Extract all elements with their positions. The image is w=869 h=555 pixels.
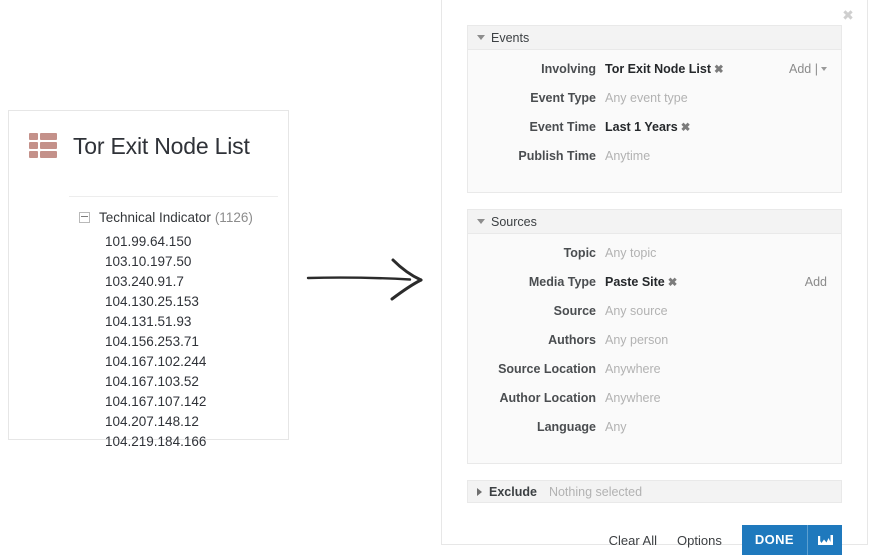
section-body-events: Involving Tor Exit Node List✖ Add | Even…: [468, 50, 841, 192]
panel-footer: Clear All Options DONE: [467, 525, 842, 555]
grid-cell: [29, 133, 38, 140]
add-involving-button[interactable]: Add |: [789, 62, 827, 76]
filter-value[interactable]: Any source: [605, 304, 841, 318]
grid-cell: [40, 133, 57, 140]
list-item[interactable]: 103.240.91.7: [105, 272, 288, 292]
filter-row-publish-time: Publish Time Anytime: [468, 149, 841, 178]
options-button[interactable]: Options: [677, 533, 722, 548]
filter-row-source: Source Any source: [468, 304, 841, 333]
sparkline-chart-icon[interactable]: [807, 525, 842, 555]
chevron-right-icon[interactable]: [477, 488, 482, 496]
filter-label: Source Location: [468, 362, 596, 376]
filter-label: Media Type: [468, 275, 596, 289]
divider: [69, 196, 278, 197]
filter-label: Event Time: [468, 120, 596, 134]
filter-value-text: Last 1 Years: [605, 120, 678, 134]
filter-row-language: Language Any: [468, 420, 841, 449]
list-item[interactable]: 104.167.102.244: [105, 352, 288, 372]
filter-value[interactable]: Anywhere: [605, 391, 841, 405]
filter-row-event-type: Event Type Any event type: [468, 91, 841, 120]
add-label: Add: [789, 62, 811, 76]
filter-panel: ✖ Events Involving Tor Exit Node List✖ A…: [441, 0, 868, 545]
filter-value[interactable]: Anytime: [605, 149, 841, 163]
close-icon[interactable]: ✖: [841, 8, 855, 22]
filter-value[interactable]: Any person: [605, 333, 841, 347]
filter-label: Publish Time: [468, 149, 596, 163]
filter-value[interactable]: Tor Exit Node List✖: [605, 62, 789, 76]
filter-row-authors: Authors Any person: [468, 333, 841, 362]
minus-expander-icon[interactable]: [79, 212, 90, 223]
filter-row-involving: Involving Tor Exit Node List✖ Add |: [468, 62, 841, 91]
separator: |: [815, 62, 818, 76]
filter-label: Involving: [468, 62, 596, 76]
filter-row-author-location: Author Location Anywhere: [468, 391, 841, 420]
filter-row-media-type: Media Type Paste Site✖ Add: [468, 275, 841, 304]
section-events: Events Involving Tor Exit Node List✖ Add…: [467, 25, 842, 193]
list-item[interactable]: 104.156.253.71: [105, 332, 288, 352]
grid-cell: [40, 151, 57, 158]
right-arrow-annotation: [305, 252, 435, 304]
ip-address-list: 101.99.64.150 103.10.197.50 103.240.91.7…: [9, 232, 288, 452]
list-item[interactable]: 104.130.25.153: [105, 292, 288, 312]
grid-cell: [40, 142, 57, 149]
filter-label: Event Type: [468, 91, 596, 105]
section-header-exclude[interactable]: Exclude Nothing selected: [467, 480, 842, 503]
section-title: Events: [491, 31, 529, 45]
list-item[interactable]: 104.207.148.12: [105, 412, 288, 432]
section-title: Sources: [491, 215, 537, 229]
filter-label: Source: [468, 304, 596, 318]
list-item[interactable]: 103.10.197.50: [105, 252, 288, 272]
filter-row-topic: Topic Any topic: [468, 246, 841, 275]
section-body-sources: Topic Any topic Media Type Paste Site✖ A…: [468, 234, 841, 463]
list-item[interactable]: 104.167.107.142: [105, 392, 288, 412]
chevron-down-icon[interactable]: [477, 219, 485, 224]
filter-row-event-time: Event Time Last 1 Years✖: [468, 120, 841, 149]
chevron-down-icon[interactable]: [821, 67, 827, 71]
page-title: Tor Exit Node List: [73, 133, 250, 160]
grid-cell: [29, 142, 38, 149]
section-header-sources[interactable]: Sources: [468, 210, 841, 234]
filter-value[interactable]: Any topic: [605, 246, 841, 260]
remove-chip-icon[interactable]: ✖: [714, 64, 724, 76]
filter-label: Authors: [468, 333, 596, 347]
filter-label: Topic: [468, 246, 596, 260]
group-label: Technical Indicator: [99, 210, 211, 225]
list-item[interactable]: 104.219.184.166: [105, 432, 288, 452]
chevron-down-icon[interactable]: [477, 35, 485, 40]
filter-value-text: Paste Site: [605, 275, 665, 289]
filter-value[interactable]: Any event type: [605, 91, 841, 105]
filter-label: Author Location: [468, 391, 596, 405]
group-header[interactable]: Technical Indicator (1126): [9, 206, 288, 228]
technical-indicator-group: Technical Indicator (1126) 101.99.64.150…: [9, 206, 288, 452]
remove-chip-icon[interactable]: ✖: [681, 122, 691, 134]
filter-value[interactable]: Paste Site✖: [605, 275, 805, 289]
clear-all-button[interactable]: Clear All: [609, 533, 657, 548]
filter-value[interactable]: Anywhere: [605, 362, 841, 376]
filter-value[interactable]: Any: [605, 420, 841, 434]
filter-row-source-location: Source Location Anywhere: [468, 362, 841, 391]
filter-value-text: Tor Exit Node List: [605, 62, 711, 76]
exclude-value: Nothing selected: [549, 485, 642, 499]
filter-value[interactable]: Last 1 Years✖: [605, 120, 841, 134]
tor-exit-node-list-card: Tor Exit Node List Technical Indicator (…: [8, 110, 289, 440]
done-button[interactable]: DONE: [742, 525, 807, 555]
section-header-events[interactable]: Events: [468, 26, 841, 50]
add-media-type-button[interactable]: Add: [805, 275, 827, 289]
grid-cell: [29, 151, 38, 158]
section-sources: Sources Topic Any topic Media Type Paste…: [467, 209, 842, 464]
card-header: Tor Exit Node List: [9, 111, 288, 169]
exclude-label: Exclude: [489, 485, 537, 499]
filter-label: Language: [468, 420, 596, 434]
group-count: (1126): [215, 210, 253, 225]
panel-body: Events Involving Tor Exit Node List✖ Add…: [467, 25, 842, 534]
list-item[interactable]: 101.99.64.150: [105, 232, 288, 252]
remove-chip-icon[interactable]: ✖: [668, 277, 678, 289]
list-item[interactable]: 104.167.103.52: [105, 372, 288, 392]
grid-blocks-icon: [29, 133, 57, 159]
list-item[interactable]: 104.131.51.93: [105, 312, 288, 332]
